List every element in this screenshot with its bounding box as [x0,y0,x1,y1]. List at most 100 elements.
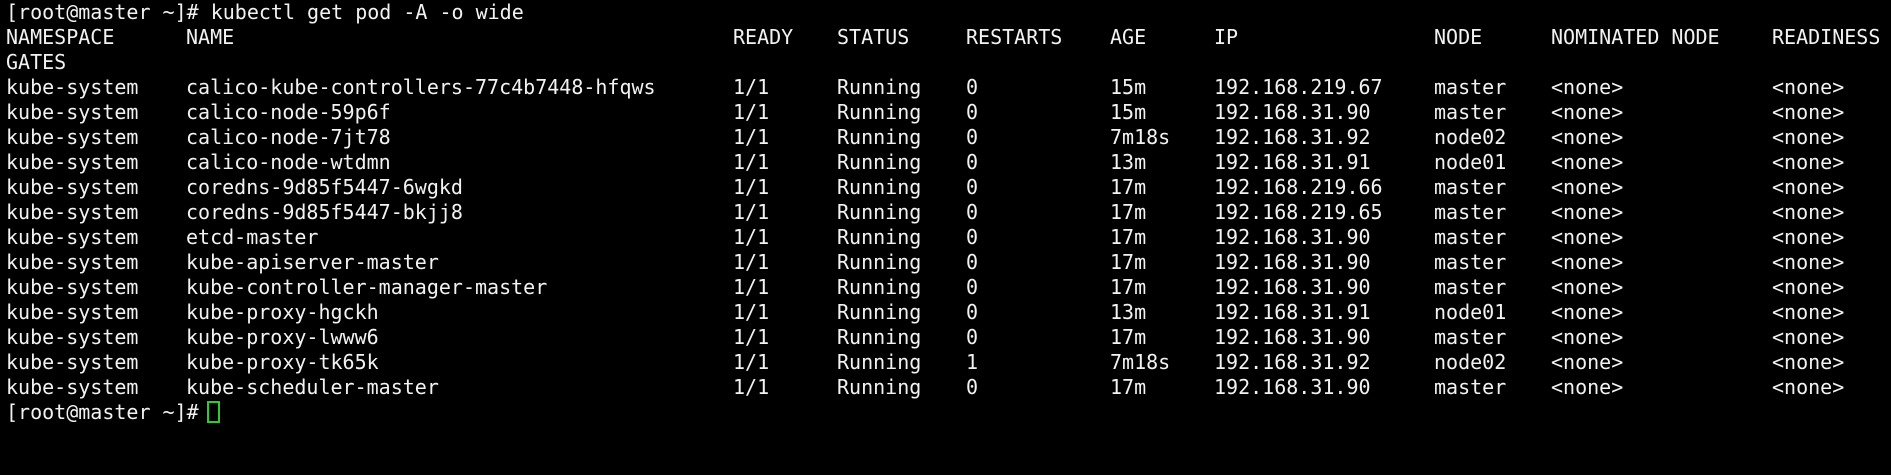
cell-ip: 192.168.219.65 [1214,200,1383,224]
cell-age: 15m [1110,100,1147,124]
cell-ready: 1/1 [733,375,770,399]
table-row: kube-system calico-node-7jt78 1/1 Running 0 7… [0,125,1891,150]
cell-nominated-node: <none> [1551,125,1624,149]
cell-ready: 1/1 [733,100,770,124]
table-row: kube-system etcd-master 1/1 Running 0 17m 192.… [0,225,1891,250]
table-row: kube-system coredns-9d85f5447-bkjj8 1/1 Run… [0,200,1891,225]
cell-age: 7m18s [1110,125,1171,149]
header-ip: IP [1214,25,1239,49]
cell-namespace: kube-system [6,300,139,324]
cell-namespace: kube-system [6,100,139,124]
cell-age: 17m [1110,250,1147,274]
cell-ip: 192.168.31.90 [1214,275,1371,299]
cell-name: kube-proxy-tk65k [186,350,379,374]
cell-node: node02 [1434,125,1507,149]
table-header-row: NAMESPACE NAME READY STATUS RESTARTS AGE… [0,25,1891,50]
cell-namespace: kube-system [6,200,139,224]
cell-restarts: 0 [966,375,979,399]
cell-ip: 192.168.31.91 [1214,300,1371,324]
cell-age: 17m [1110,275,1147,299]
cell-name: calico-node-wtdmn [186,150,391,174]
cell-restarts: 0 [966,100,979,124]
cell-node: node01 [1434,300,1507,324]
header-status: STATUS [837,25,910,49]
cell-age: 13m [1110,300,1147,324]
cell-readiness-gates: <none> [1772,225,1845,249]
prompt-line[interactable]: [root@master ~]# [0,400,1891,425]
cell-namespace: kube-system [6,75,139,99]
cell-restarts: 1 [966,350,979,374]
cell-ready: 1/1 [733,125,770,149]
cell-ip: 192.168.31.90 [1214,250,1371,274]
cell-readiness-gates: <none> [1772,250,1845,274]
cell-restarts: 0 [966,150,979,174]
cell-status: Running [837,150,922,174]
cell-namespace: kube-system [6,175,139,199]
cell-restarts: 0 [966,125,979,149]
cell-nominated-node: <none> [1551,250,1624,274]
cell-age: 7m18s [1110,350,1171,374]
prompt: [root@master ~]# [6,400,220,425]
cell-namespace: kube-system [6,325,139,349]
pod-table-body: kube-system calico-kube-controllers-77c4b… [0,75,1891,400]
cell-name: kube-scheduler-master [186,375,439,399]
cell-name: kube-proxy-lwww6 [186,325,379,349]
cell-namespace: kube-system [6,125,139,149]
cell-age: 17m [1110,225,1147,249]
header-node: NODE [1434,25,1483,49]
cell-node: master [1434,200,1507,224]
table-row: kube-system kube-controller-manager-maste… [0,275,1891,300]
cell-ready: 1/1 [733,175,770,199]
cell-restarts: 0 [966,75,979,99]
header-nominated-node: NOMINATED NODE [1551,25,1720,49]
cell-age: 15m [1110,75,1147,99]
cell-node: master [1434,375,1507,399]
cell-nominated-node: <none> [1551,350,1624,374]
cell-nominated-node: <none> [1551,150,1624,174]
terminal-window[interactable]: [root@master ~]# kubectl get pod -A -o w… [0,0,1891,430]
command-text: [root@master ~]# kubectl get pod -A -o w… [6,0,524,24]
cell-nominated-node: <none> [1551,275,1624,299]
cell-ready: 1/1 [733,225,770,249]
cell-ready: 1/1 [733,275,770,299]
cursor-block [206,401,220,423]
cell-readiness-gates: <none> [1772,275,1845,299]
cell-readiness-gates: <none> [1772,150,1845,174]
header-ready: READY [733,25,794,49]
cell-age: 17m [1110,175,1147,199]
cell-age: 13m [1110,150,1147,174]
cell-status: Running [837,75,922,99]
cell-node: master [1434,325,1507,349]
cell-status: Running [837,300,922,324]
header-restarts: RESTARTS [966,25,1063,49]
cell-status: Running [837,100,922,124]
cell-restarts: 0 [966,175,979,199]
cell-node: master [1434,250,1507,274]
cell-status: Running [837,325,922,349]
cell-status: Running [837,350,922,374]
cell-ready: 1/1 [733,200,770,224]
header-namespace: NAMESPACE [6,25,115,49]
cell-node: master [1434,75,1507,99]
table-header-row-wrap: GATES [0,50,1891,75]
cell-ip: 192.168.31.91 [1214,150,1371,174]
cell-age: 17m [1110,375,1147,399]
cell-nominated-node: <none> [1551,225,1624,249]
cell-readiness-gates: <none> [1772,300,1845,324]
cell-readiness-gates: <none> [1772,200,1845,224]
cell-nominated-node: <none> [1551,375,1624,399]
cell-node: master [1434,100,1507,124]
cell-name: etcd-master [186,225,319,249]
cell-node: master [1434,175,1507,199]
cell-status: Running [837,200,922,224]
cell-restarts: 0 [966,200,979,224]
cell-ip: 192.168.31.90 [1214,225,1371,249]
cell-ip: 192.168.219.67 [1214,75,1383,99]
cell-ip: 192.168.31.92 [1214,350,1371,374]
command-line: [root@master ~]# kubectl get pod -A -o w… [0,0,1891,25]
cell-ip: 192.168.31.90 [1214,100,1371,124]
header-gates: GATES [6,50,67,74]
prompt-text: [root@master ~]# [6,400,199,424]
cell-status: Running [837,125,922,149]
cell-nominated-node: <none> [1551,75,1624,99]
